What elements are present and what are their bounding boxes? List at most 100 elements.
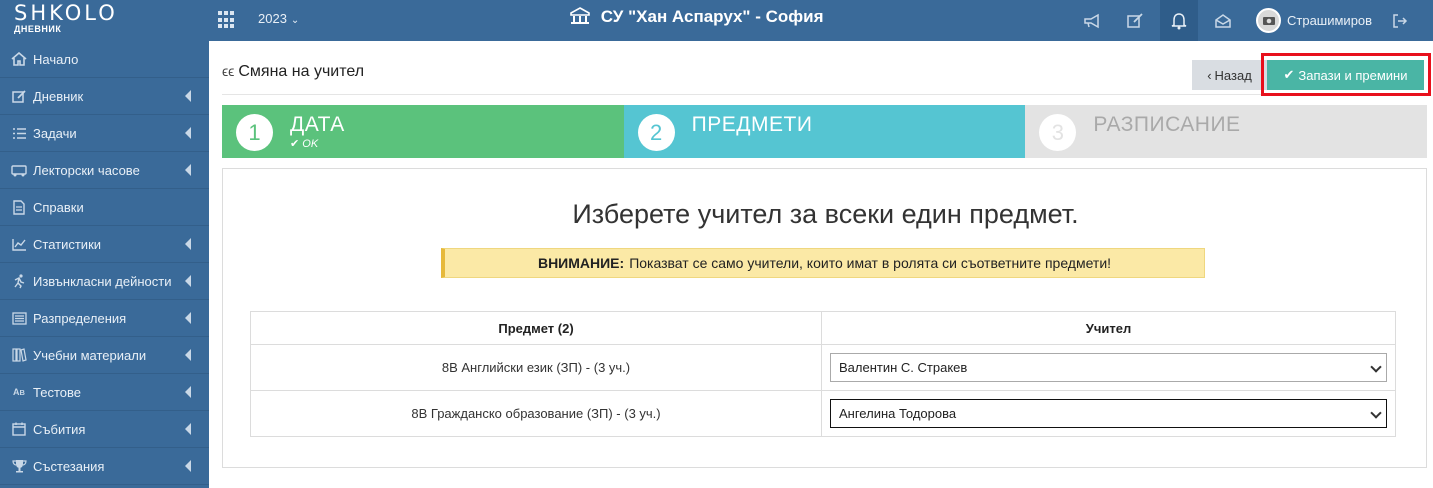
sidebar-item-events[interactable]: Събития <box>0 411 209 448</box>
sidebar-item-competitions[interactable]: Състезания <box>0 448 209 485</box>
glasses-icon: ϵϵ <box>222 63 235 79</box>
divider <box>222 94 1427 95</box>
school-building-icon <box>570 7 590 24</box>
subjects-table: Предмет (2) Учител 8В Английски език (ЗП… <box>250 311 1396 437</box>
teacher-cell: Валентин С. Стракев <box>821 344 1396 391</box>
step-number: 1 <box>236 114 273 151</box>
sidebar-item-label: Задачи <box>33 125 77 141</box>
sidebar-item-label: Извънкласни дейности <box>33 273 172 289</box>
logout-button[interactable] <box>1381 0 1419 41</box>
edit-icon <box>1127 12 1143 28</box>
bell-icon <box>1171 12 1187 29</box>
step-number: 2 <box>637 114 675 151</box>
sidebar-item-diary[interactable]: Дневник <box>0 78 209 115</box>
chevron-left-icon <box>185 127 191 139</box>
chevron-left-icon <box>185 386 191 398</box>
chevron-down-icon: ⌄ <box>290 15 300 26</box>
year-value: 2023 <box>258 11 287 26</box>
chevron-left-icon <box>185 90 191 102</box>
warning-label: ВНИМАНИЕ: <box>537 255 625 271</box>
list-alt-icon <box>11 310 27 326</box>
sidebar-item-label: Дневник <box>33 88 84 104</box>
highlight-box <box>1261 53 1431 96</box>
page-title-text: Смяна на учител <box>238 63 365 80</box>
chevron-left-icon <box>185 238 191 250</box>
step-status-text: OK <box>302 138 319 150</box>
year-selector[interactable]: 2023 ⌄ <box>258 11 299 26</box>
sidebar-item-label: Тестове <box>33 384 81 400</box>
sidebar-item-statistics[interactable]: Статистики <box>0 226 209 263</box>
teacher-select-value: Валентин С. Стракев <box>839 360 968 375</box>
sidebar-item-label: Събития <box>33 421 86 437</box>
sidebar-item-label: Лекторски часове <box>33 162 140 178</box>
sidebar-item-label: Начало <box>33 51 79 67</box>
chevron-down-icon <box>1370 407 1382 419</box>
sidebar-item-label: Справки <box>33 199 84 215</box>
teacher-select[interactable]: Валентин С. Стракев <box>830 353 1387 382</box>
logo[interactable]: SHKOLO ДНЕВНИК <box>14 3 174 35</box>
sidebar-item-home[interactable]: Начало <box>0 41 209 78</box>
running-icon <box>11 273 27 289</box>
logout-icon <box>1393 13 1408 28</box>
user-menu[interactable]: Страшимиров <box>1256 7 1372 33</box>
username: Страшимиров <box>1287 12 1373 28</box>
step-date[interactable]: 1 ДАТА ✔ OK <box>222 105 624 158</box>
sidebar-item-learning-materials[interactable]: Учебни материали <box>0 337 209 374</box>
messages-button[interactable] <box>1204 0 1242 41</box>
school-title: СУ "Хан Аспарух" - София <box>600 7 824 26</box>
camera-icon <box>1262 16 1275 25</box>
teacher-select-value: Ангелина Тодорова <box>839 406 957 421</box>
check-icon: ✔ <box>290 138 300 150</box>
envelope-open-icon <box>1215 13 1231 28</box>
wizard-steps: 1 ДАТА ✔ OK 2 ПРЕДМЕТИ 3 РАЗПИСАНИЕ <box>222 105 1428 158</box>
teacher-select[interactable]: Ангелина Тодорова <box>830 399 1387 428</box>
calendar-icon <box>11 421 27 437</box>
sidebar-item-label: Разпределения <box>33 310 127 326</box>
ab-icon: AB <box>13 387 25 397</box>
sidebar-item-label: Учебни материали <box>33 347 147 363</box>
table-row: 8В Английски език (ЗП) - (3 уч.) Валенти… <box>250 344 1396 391</box>
sidebar: Начало Дневник Задачи Лекторски часове С… <box>0 41 209 488</box>
edit-button[interactable] <box>1116 0 1154 41</box>
chevron-left-icon <box>185 460 191 472</box>
chevron-left-icon: ‹ <box>1207 67 1212 83</box>
step-label: ПРЕДМЕТИ <box>691 113 813 136</box>
sidebar-item-lecture-hours[interactable]: Лекторски часове <box>0 152 209 189</box>
trophy-icon <box>11 458 27 474</box>
announcements-button[interactable] <box>1073 0 1111 41</box>
chevron-left-icon <box>185 164 191 176</box>
sidebar-item-distributions[interactable]: Разпределения <box>0 300 209 337</box>
sidebar-item-extracurricular[interactable]: Извънкласни дейности <box>0 263 209 300</box>
back-button[interactable]: ‹ Назад <box>1192 60 1267 90</box>
document-icon <box>11 199 27 215</box>
step-schedule[interactable]: 3 РАЗПИСАНИЕ <box>1025 105 1428 158</box>
avatar <box>1256 7 1281 33</box>
panel-heading: Изберете учител за всеки един предмет. <box>572 199 1079 229</box>
step-label: ДАТА <box>290 113 345 136</box>
step-subjects[interactable]: 2 ПРЕДМЕТИ <box>623 105 1026 158</box>
sidebar-item-reports[interactable]: Справки <box>0 189 209 226</box>
warning-text: Показват се само учители, които имат в р… <box>629 255 1112 271</box>
list-icon <box>11 125 27 141</box>
school-name: СУ "Хан Аспарух" - София <box>570 7 824 27</box>
apps-icon[interactable] <box>218 11 236 29</box>
bus-icon <box>11 162 27 178</box>
chart-icon <box>11 236 27 252</box>
column-header-subject: Предмет (2) <box>250 311 822 345</box>
notifications-button[interactable] <box>1160 0 1198 41</box>
chevron-down-icon <box>1370 361 1382 373</box>
table-row: 8В Гражданско образование (ЗП) - (3 уч.)… <box>250 390 1396 437</box>
top-bar: SHKOLO ДНЕВНИК 2023 ⌄ СУ "Хан Аспарух" - … <box>0 0 1433 41</box>
sidebar-item-tests[interactable]: AB Тестове <box>0 374 209 411</box>
step-status: ✔ OK <box>290 137 318 150</box>
sidebar-item-tasks[interactable]: Задачи <box>0 115 209 152</box>
step-number: 3 <box>1039 114 1077 151</box>
home-icon <box>11 51 27 67</box>
back-button-label: Назад <box>1214 67 1252 83</box>
chevron-left-icon <box>185 349 191 361</box>
column-header-teacher: Учител <box>821 311 1396 345</box>
chevron-left-icon <box>185 423 191 435</box>
edit-icon <box>11 88 27 104</box>
table-header-row: Предмет (2) Учител <box>250 311 1396 345</box>
megaphone-icon <box>1084 13 1099 28</box>
